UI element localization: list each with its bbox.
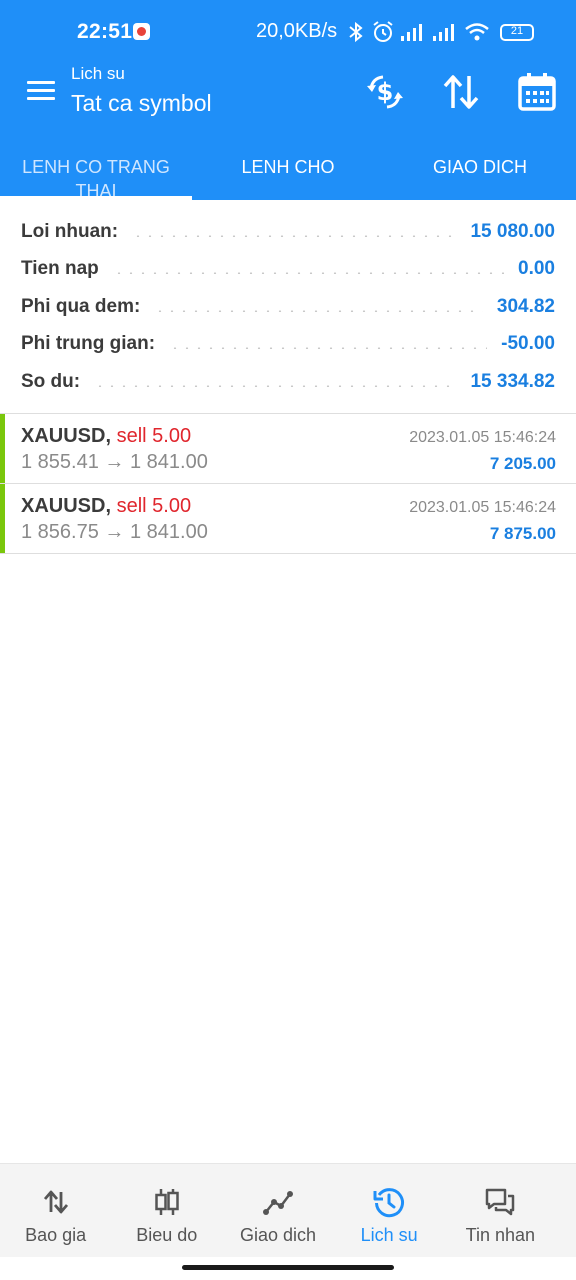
nav-label: Tin nhan xyxy=(465,1225,536,1245)
summary-row-balance: So du: 15 334.82 xyxy=(0,363,576,401)
dotted-leader xyxy=(112,272,505,275)
trade-line-icon xyxy=(262,1191,293,1215)
summary-row-swap: Phi qua dem: 304.82 xyxy=(0,288,576,326)
header-subtitle: Lich su xyxy=(71,64,125,83)
chat-bubbles-icon xyxy=(486,1188,515,1216)
summary-label: So du: xyxy=(21,370,81,392)
trade-status-bar xyxy=(0,414,5,483)
trade-side: sell 5.00 xyxy=(116,495,192,517)
wifi-icon xyxy=(465,23,489,41)
summary-label: Phi qua dem: xyxy=(21,295,141,317)
trade-profit: 7 875.00 xyxy=(489,524,556,543)
status-time: 22:51 xyxy=(77,20,133,43)
nav-quotes[interactable]: Bao gia xyxy=(0,1164,111,1258)
tab-active-indicator xyxy=(0,196,192,200)
calendar-button[interactable] xyxy=(515,70,559,114)
status-icons: 21 xyxy=(346,18,534,46)
calendar-icon xyxy=(518,73,556,111)
tab-pending-orders[interactable]: LENH CHO xyxy=(192,130,384,200)
bottom-navigation: Bao gia Bieu do Giao dich Lich su Tin nh… xyxy=(0,1163,576,1257)
svg-text:$: $ xyxy=(377,78,394,106)
nav-trade[interactable]: Giao dich xyxy=(222,1164,333,1258)
trade-profit: 7 205.00 xyxy=(489,454,556,473)
app-bar: Lich su Tat ca symbol $ xyxy=(0,62,576,130)
nav-messages[interactable]: Tin nhan xyxy=(445,1164,556,1258)
candlestick-icon xyxy=(155,1189,179,1215)
tab-deals[interactable]: GIAO DICH xyxy=(384,130,576,200)
trade-date: 2023.01.05 15:46:24 xyxy=(409,429,556,446)
network-speed: 20,0KB/s xyxy=(256,20,338,42)
sort-arrows-icon xyxy=(443,75,479,109)
summary-value: -50.00 xyxy=(501,333,555,355)
dotted-leader xyxy=(132,234,457,237)
sort-button[interactable] xyxy=(439,70,483,114)
trade-date: 2023.01.05 15:46:24 xyxy=(409,499,556,516)
summary-row-deposit: Tien nap 0.00 xyxy=(0,251,576,289)
trade-prices: 1 856.75 → 1 841.00 xyxy=(21,521,208,543)
summary-label: Phi trung gian: xyxy=(21,333,156,355)
trade-row[interactable]: XAUUSD, sell 5.00 1 856.75 → 1 841.00 20… xyxy=(0,484,576,554)
home-indicator[interactable] xyxy=(182,1265,394,1270)
battery-icon: 21 xyxy=(500,23,534,41)
nav-history[interactable]: Lich su xyxy=(334,1164,445,1258)
signal-icon xyxy=(401,24,422,41)
dollar-exchange-icon: $ xyxy=(367,75,403,109)
currency-exchange-button[interactable]: $ xyxy=(363,70,407,114)
nav-label: Giao dich xyxy=(239,1225,316,1245)
nav-label: Bieu do xyxy=(136,1225,198,1245)
summary-value: 15 080.00 xyxy=(470,220,555,242)
trade-prices: 1 855.41 → 1 841.00 xyxy=(21,451,208,473)
trade-symbol: XAUUSD, xyxy=(21,495,112,517)
history-clock-icon xyxy=(373,1188,405,1218)
top-bar: 22:51 20,0KB/s 21 Lich su Tat ca symbol … xyxy=(0,0,576,201)
summary-value: 304.82 xyxy=(496,295,555,317)
alarm-icon xyxy=(373,21,393,42)
trade-symbol: XAUUSD, xyxy=(21,425,112,447)
status-bar: 22:51 20,0KB/s 21 xyxy=(0,0,576,62)
dotted-leader xyxy=(94,384,457,387)
summary-label: Loi nhuan: xyxy=(21,220,119,242)
nav-label: Lich su xyxy=(360,1225,418,1245)
summary-row-commission: Phi trung gian: -50.00 xyxy=(0,326,576,364)
trade-side: sell 5.00 xyxy=(116,425,192,447)
summary-row-profit: Loi nhuan: 15 080.00 xyxy=(0,213,576,251)
menu-icon xyxy=(27,81,55,84)
trade-list: XAUUSD, sell 5.00 1 855.41 → 1 841.00 20… xyxy=(0,413,576,554)
tab-bar: LENH CO TRANG THAI LENH CHO GIAO DICH xyxy=(0,130,576,201)
summary-value: 0.00 xyxy=(518,258,555,280)
quotes-arrows-icon xyxy=(43,1190,68,1214)
trade-status-bar xyxy=(0,484,5,553)
nav-label: Bao gia xyxy=(25,1225,87,1245)
header-title[interactable]: Tat ca symbol xyxy=(71,90,212,117)
account-summary: Loi nhuan: 15 080.00 Tien nap 0.00 Phi q… xyxy=(0,213,576,401)
summary-label: Tien nap xyxy=(21,258,99,280)
dotted-leader xyxy=(169,347,488,350)
trade-row[interactable]: XAUUSD, sell 5.00 1 855.41 → 1 841.00 20… xyxy=(0,414,576,484)
nav-chart[interactable]: Bieu do xyxy=(111,1164,222,1258)
battery-level: 21 xyxy=(510,24,524,37)
screen-record-icon xyxy=(133,23,150,40)
summary-value: 15 334.82 xyxy=(470,370,555,392)
menu-button[interactable] xyxy=(24,76,60,106)
signal-icon-2 xyxy=(433,24,454,41)
bluetooth-icon xyxy=(349,21,363,43)
tab-positions[interactable]: LENH CO TRANG THAI xyxy=(0,130,192,201)
dotted-leader xyxy=(154,309,483,312)
